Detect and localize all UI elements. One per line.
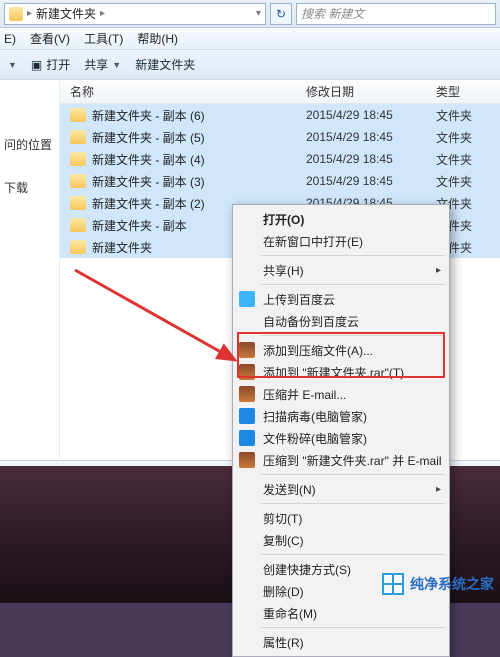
ctx-backup-baidu[interactable]: 自动备份到百度云 — [233, 310, 449, 332]
address-bar: ▸ 新建文件夹 ▸ ▾ ↻ 搜索 新建文 — [0, 0, 500, 28]
ctx-add-rar[interactable]: 添加到 "新建文件夹.rar"(T) — [233, 361, 449, 383]
table-row[interactable]: 新建文件夹 - 副本 (4)2015/4/29 18:45文件夹 — [60, 148, 500, 170]
ctx-upload-baidu[interactable]: 上传到百度云 — [233, 288, 449, 310]
ctx-open-new-window[interactable]: 在新窗口中打开(E) — [233, 230, 449, 252]
file-name: 新建文件夹 - 副本 (4) — [92, 151, 306, 168]
separator — [261, 554, 445, 555]
table-row[interactable]: 新建文件夹 - 副本 (3)2015/4/29 18:45文件夹 — [60, 170, 500, 192]
ctx-rename[interactable]: 重命名(M) — [233, 602, 449, 624]
file-name: 新建文件夹 - 副本 (5) — [92, 129, 306, 146]
menu-bar: E) 查看(V) 工具(T) 帮助(H) — [0, 28, 500, 50]
newfolder-button[interactable]: 新建文件夹 — [135, 56, 195, 73]
rar-icon — [239, 342, 255, 358]
list-header: 名称 修改日期 类型 — [60, 80, 500, 104]
folder-icon — [70, 218, 86, 232]
rar-icon — [239, 364, 255, 380]
folder-icon — [70, 152, 86, 166]
chevron-down-icon[interactable]: ▾ — [256, 8, 261, 19]
file-type: 文件夹 — [436, 107, 500, 124]
ctx-properties[interactable]: 属性(R) — [233, 631, 449, 653]
menu-edit[interactable]: E) — [4, 32, 16, 46]
nav-sidebar: 问的位置 下载 — [0, 80, 60, 460]
separator — [261, 474, 445, 475]
file-type: 文件夹 — [436, 151, 500, 168]
ctx-shred[interactable]: 文件粉碎(电脑管家) — [233, 427, 449, 449]
watermark-logo-icon — [382, 573, 404, 595]
toolbar: ▼ ▣ 打开 共享 ▼ 新建文件夹 — [0, 50, 500, 80]
separator — [261, 627, 445, 628]
separator — [261, 284, 445, 285]
separator — [261, 255, 445, 256]
search-placeholder: 搜索 新建文 — [301, 5, 364, 22]
chevron-right-icon: ▸ — [100, 8, 105, 19]
chevron-down-icon: ▼ — [112, 60, 121, 70]
chevron-right-icon: ▸ — [27, 8, 32, 19]
ctx-compress-email[interactable]: 压缩并 E-mail... — [233, 383, 449, 405]
separator — [261, 503, 445, 504]
open-icon: ▣ — [31, 58, 42, 72]
menu-view[interactable]: 查看(V) — [30, 30, 70, 47]
file-date: 2015/4/29 18:45 — [306, 152, 436, 166]
folder-icon — [70, 130, 86, 144]
chevron-right-icon: ▸ — [436, 265, 441, 276]
watermark: 纯净系统之家 — [382, 573, 494, 595]
cloud-icon — [239, 291, 255, 307]
rar-icon — [239, 452, 255, 468]
file-date: 2015/4/29 18:45 — [306, 130, 436, 144]
folder-icon — [70, 108, 86, 122]
folder-icon — [70, 174, 86, 188]
organize-dropdown-icon[interactable]: ▼ — [8, 60, 17, 70]
menu-help[interactable]: 帮助(H) — [137, 30, 178, 47]
ctx-scan-virus[interactable]: 扫描病毒(电脑管家) — [233, 405, 449, 427]
chevron-right-icon: ▸ — [436, 484, 441, 495]
rar-icon — [239, 386, 255, 402]
ctx-sendto[interactable]: 发送到(N)▸ — [233, 478, 449, 500]
file-date: 2015/4/29 18:45 — [306, 174, 436, 188]
col-type[interactable]: 类型 — [436, 83, 500, 100]
file-type: 文件夹 — [436, 173, 500, 190]
ctx-compress-rar-email[interactable]: 压缩到 "新建文件夹.rar" 并 E-mail — [233, 449, 449, 471]
table-row[interactable]: 新建文件夹 - 副本 (6)2015/4/29 18:45文件夹 — [60, 104, 500, 126]
search-input[interactable]: 搜索 新建文 — [296, 3, 496, 25]
file-name: 新建文件夹 - 副本 (6) — [92, 107, 306, 124]
col-name[interactable]: 名称 — [60, 83, 306, 100]
col-date[interactable]: 修改日期 — [306, 83, 436, 100]
folder-icon — [70, 240, 86, 254]
ctx-copy[interactable]: 复制(C) — [233, 529, 449, 551]
folder-icon — [70, 196, 86, 210]
ctx-share[interactable]: 共享(H)▸ — [233, 259, 449, 281]
ctx-cut[interactable]: 剪切(T) — [233, 507, 449, 529]
folder-icon — [9, 7, 23, 21]
open-button[interactable]: ▣ 打开 — [31, 56, 70, 73]
share-button[interactable]: 共享 ▼ — [84, 56, 121, 73]
file-name: 新建文件夹 - 副本 (3) — [92, 173, 306, 190]
file-date: 2015/4/29 18:45 — [306, 108, 436, 122]
shield-icon — [239, 408, 255, 424]
ctx-open[interactable]: 打开(O) — [233, 208, 449, 230]
refresh-button[interactable]: ↻ — [270, 3, 292, 25]
shield-icon — [239, 430, 255, 446]
watermark-text: 纯净系统之家 — [410, 574, 494, 594]
breadcrumb[interactable]: ▸ 新建文件夹 ▸ ▾ — [4, 3, 266, 25]
ctx-add-archive[interactable]: 添加到压缩文件(A)... — [233, 339, 449, 361]
menu-tools[interactable]: 工具(T) — [84, 30, 123, 47]
sidebar-downloads[interactable]: 下载 — [4, 179, 55, 196]
file-type: 文件夹 — [436, 129, 500, 146]
separator — [261, 335, 445, 336]
sidebar-recent[interactable]: 问的位置 — [4, 136, 55, 153]
table-row[interactable]: 新建文件夹 - 副本 (5)2015/4/29 18:45文件夹 — [60, 126, 500, 148]
breadcrumb-folder[interactable]: 新建文件夹 — [36, 5, 96, 22]
